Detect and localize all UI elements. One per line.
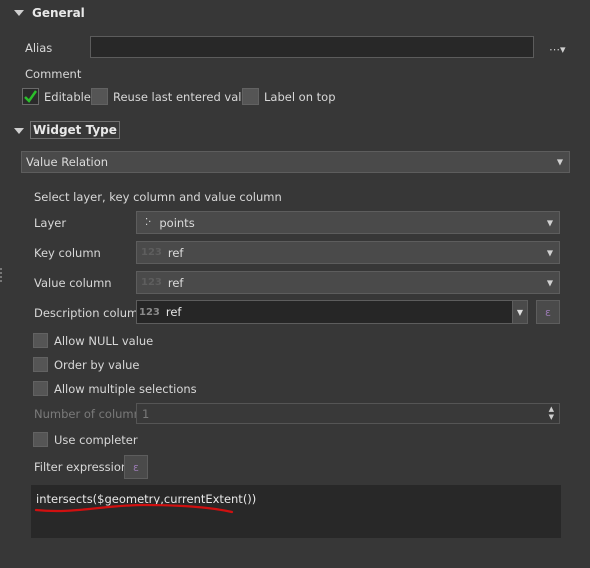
order-by-value-checkbox[interactable] [33, 357, 48, 372]
filter-expression-label: Filter expression [34, 460, 129, 474]
value-column-select[interactable]: 123 ref ▼ [136, 271, 560, 294]
spin-arrows-icon: ▲ ▼ [548, 405, 554, 421]
general-section-title[interactable]: General [32, 6, 85, 20]
key-column-select[interactable]: 123 ref ▼ [136, 241, 560, 264]
widget-type-select[interactable]: Value Relation ▼ [21, 151, 570, 173]
alias-menu-button[interactable]: ⋯▾ [549, 43, 566, 56]
editable-checkbox[interactable] [22, 88, 39, 105]
label-on-top-label[interactable]: Label on top [264, 90, 336, 104]
layer-value: points [159, 215, 195, 230]
chevron-down-icon: ▼ [546, 218, 553, 227]
number-of-columns-value: 1 [142, 406, 150, 421]
allow-null-checkbox[interactable] [33, 333, 48, 348]
alias-input[interactable] [90, 36, 534, 58]
widget-type-selected: Value Relation [26, 155, 109, 169]
key-column-label: Key column [34, 246, 101, 260]
editable-label[interactable]: Editable [44, 90, 91, 104]
value-column-label: Value column [34, 276, 112, 290]
description-expression-button[interactable]: ε [536, 300, 560, 324]
value-column-value: ref [167, 275, 184, 290]
chevron-down-icon: ▼ [546, 278, 553, 287]
chevron-down-icon: ▼ [546, 248, 553, 257]
splitter-handle[interactable] [0, 268, 4, 282]
alias-label: Alias [25, 41, 53, 55]
chevron-down-icon: ▼ [512, 301, 527, 323]
number-of-columns-spinbox[interactable]: 1 ▲ ▼ [136, 403, 560, 424]
use-completer-checkbox[interactable] [33, 432, 48, 447]
layer-select[interactable]: ⁚· points ▼ [136, 211, 560, 234]
number-of-columns-label: Number of columns [34, 407, 147, 421]
chevron-down-icon: ▼ [556, 157, 563, 167]
filter-expression-button[interactable]: ε [124, 455, 148, 479]
red-underline-annotation [34, 503, 234, 514]
numeric-field-icon: 123 [141, 247, 162, 258]
numeric-field-icon: 123 [141, 277, 162, 288]
expression-icon: ε [545, 305, 551, 319]
allow-null-label[interactable]: Allow NULL value [54, 334, 153, 348]
description-column-label: Description column [34, 306, 146, 320]
allow-multiple-checkbox[interactable] [33, 381, 48, 396]
order-by-value-label[interactable]: Order by value [54, 358, 140, 372]
reuse-last-value-label[interactable]: Reuse last entered value [113, 90, 256, 104]
value-relation-heading: Select layer, key column and value colum… [34, 190, 282, 204]
check-icon [24, 90, 38, 103]
filter-expression-textarea[interactable]: intersects($geometry,currentExtent()) [31, 485, 561, 538]
use-completer-label[interactable]: Use completer [54, 433, 138, 447]
expression-icon: ε [133, 460, 139, 474]
point-layer-icon: ⁚· [145, 217, 152, 228]
label-on-top-checkbox[interactable] [242, 88, 259, 105]
widget-type-section-title[interactable]: Widget Type [30, 121, 120, 139]
collapse-widget-type-icon[interactable] [14, 128, 24, 134]
description-column-select[interactable]: 123 ref ▼ [136, 300, 528, 324]
comment-label: Comment [25, 67, 82, 81]
key-column-value: ref [167, 245, 184, 260]
collapse-general-icon[interactable] [14, 10, 24, 16]
numeric-field-icon: 123 [139, 306, 160, 318]
reuse-last-value-checkbox[interactable] [91, 88, 108, 105]
description-column-value: ref [165, 305, 182, 319]
allow-multiple-label[interactable]: Allow multiple selections [54, 382, 197, 396]
layer-label: Layer [34, 216, 67, 230]
